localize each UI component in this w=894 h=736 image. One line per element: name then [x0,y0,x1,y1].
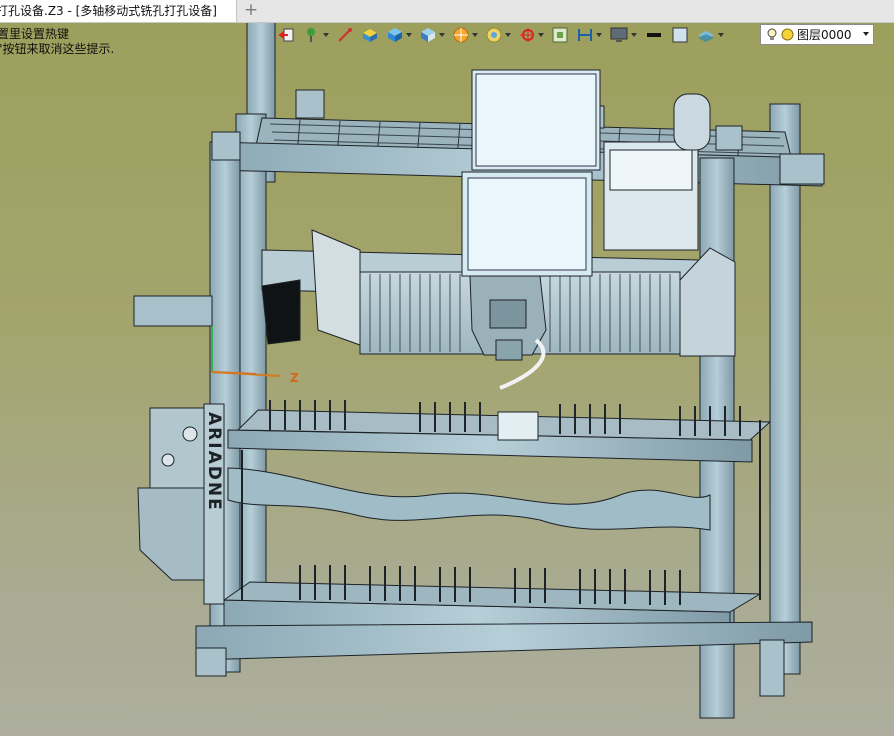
layer-stack-icon [698,31,714,42]
frame-button[interactable] [551,23,569,47]
line-color-button[interactable] [644,23,664,47]
line-color-icon [647,33,661,37]
orbit-button[interactable] [485,23,511,47]
screen-button[interactable] [609,23,637,47]
cube-button[interactable] [386,23,412,47]
solid-box-icon [363,29,377,42]
sphere-icon [453,27,469,43]
layer-selector[interactable]: 图层0000 [760,24,874,45]
view-toolbar [278,23,731,47]
fill-color-button[interactable] [671,23,689,47]
cube-icon [388,28,402,42]
shaded-view-button[interactable] [419,23,445,47]
exit-sketch-icon [278,28,294,42]
exit-sketch-button[interactable] [278,23,296,47]
new-tab-button[interactable]: + [242,0,260,22]
layer-stack-button[interactable] [696,23,724,47]
dimension-icon [578,29,592,41]
orbit-icon [486,27,502,43]
dimension-button[interactable] [576,23,602,47]
hint-text: 置里设置热键 "按钮来取消这些提示. [0,27,114,57]
hint-line-2: "按钮来取消这些提示. [0,42,115,56]
tab-document[interactable]: 打孔设备.Z3 - [多轴移动式铣孔打孔设备] [0,0,237,22]
3d-viewport[interactable]: Z ARIADNE [0,0,894,736]
lightbulb-icon[interactable] [766,28,778,42]
chevron-down-icon[interactable] [863,32,869,36]
sphere-button[interactable] [452,23,478,47]
frame-icon [552,27,568,43]
line-icon [338,28,352,42]
axis-z-label: Z [290,371,299,385]
line-button[interactable] [336,23,354,47]
tab-document-label: 打孔设备.Z3 - [多轴移动式铣孔打孔设备] [0,4,217,18]
point-button[interactable] [303,23,329,47]
layer-status-icon[interactable] [781,28,794,41]
shaded-view-icon [421,28,435,42]
fill-color-icon [672,27,688,43]
snap-button[interactable] [518,23,544,47]
screen-icon [610,27,628,42]
brand-watermark: ARIADNE [204,412,224,512]
cad-model-scene: Z ARIADNE [133,21,825,719]
snap-icon [520,28,534,42]
layer-name: 图层0000 [797,28,852,42]
solid-box-button[interactable] [361,23,379,47]
hint-line-1: 置里设置热键 [0,27,70,41]
point-icon [307,28,315,42]
document-tab-bar: 打孔设备.Z3 - [多轴移动式铣孔打孔设备] + [0,0,894,23]
